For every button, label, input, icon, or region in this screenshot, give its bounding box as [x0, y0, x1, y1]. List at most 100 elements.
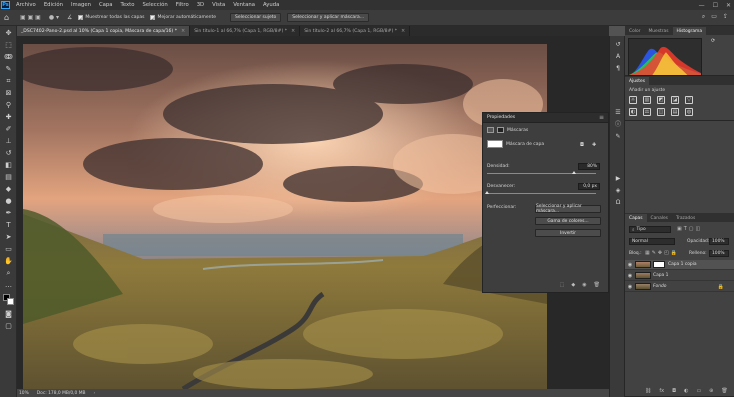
quick-selection-tool-icon[interactable]: ⌂ [4, 13, 14, 23]
frame-tool-icon[interactable]: ⊠ [4, 89, 13, 98]
layer-row[interactable]: ◉ Capa 1 copia [625, 260, 734, 270]
layer-row[interactable]: ◉ Capa 1 [625, 271, 734, 281]
tab-document-3[interactable]: Sin título-2 al 66,7% (Capa 1, RGB/8#) *… [300, 26, 411, 36]
actions-panel-icon[interactable]: ▶ [614, 175, 622, 183]
brightness-contrast-icon[interactable]: ☼ [629, 96, 637, 104]
properties-title-bar[interactable]: Propiedades ≡ [483, 113, 608, 123]
density-value[interactable]: 80% [578, 163, 600, 170]
menu-edicion[interactable]: Edición [44, 2, 63, 8]
glyphs-panel-icon[interactable]: Ω [614, 199, 622, 207]
lock-icons[interactable]: ▦✎✥◰🔒 [645, 250, 679, 256]
move-tool-icon[interactable]: ✥ [4, 29, 13, 38]
lasso-tool-icon[interactable]: ↂ [4, 53, 13, 62]
hand-tool-icon[interactable]: ✋ [4, 257, 13, 266]
eye-icon[interactable]: ◉ [625, 262, 635, 268]
tab-paths[interactable]: Trazados [672, 214, 699, 222]
sample-all-layers-checkbox[interactable]: ✓ Muestrear todas las capas [78, 15, 144, 21]
opacity-field[interactable]: 100% [709, 238, 729, 245]
close-tab-icon[interactable]: × [291, 28, 295, 34]
density-slider[interactable] [487, 171, 596, 174]
black-white-icon[interactable]: ◫ [657, 108, 665, 116]
lock-icon[interactable]: 🔒 [718, 284, 724, 290]
tab-color[interactable]: Color [625, 27, 644, 35]
select-and-mask-button[interactable]: Seleccionar y aplicar máscara... [287, 13, 370, 22]
feather-slider[interactable] [485, 191, 596, 194]
healing-brush-tool-icon[interactable]: ✚ [4, 113, 13, 122]
select-and-mask-button[interactable]: Seleccionar y aplicar máscara... [535, 204, 601, 214]
histogram-refresh-icon[interactable]: ⟳ [711, 38, 715, 44]
add-vector-mask-icon[interactable]: ✚ [592, 142, 596, 148]
layer-style-icon[interactable]: fx [659, 388, 664, 394]
delete-layer-icon[interactable]: 🗑 [721, 388, 727, 394]
new-group-icon[interactable]: ▭ [696, 388, 701, 394]
vector-mask-icon[interactable] [497, 127, 504, 133]
paragraph-panel-icon[interactable]: ¶ [614, 65, 622, 73]
history-panel-icon[interactable]: ↺ [614, 41, 622, 49]
exposure-icon[interactable]: ◪ [671, 96, 679, 104]
eye-icon[interactable]: ◉ [625, 284, 635, 290]
hue-saturation-icon[interactable]: ◐ [629, 108, 637, 116]
visibility-icon[interactable]: ◉ [582, 282, 586, 288]
eyedropper-tool-icon[interactable]: ⚲ [4, 101, 13, 110]
layer-filter-icons[interactable]: ▣T▢◫ [677, 226, 702, 232]
tab-histogram[interactable]: Histograma [672, 27, 707, 35]
select-mask-icon[interactable]: ◘ [580, 142, 584, 148]
tab-adjustments[interactable]: Ajustes [625, 77, 650, 85]
crop-tool-icon[interactable]: ⌗ [4, 77, 13, 86]
minimize-icon[interactable]: — [699, 2, 705, 9]
tab-layers[interactable]: Capas [625, 214, 647, 222]
info-panel-icon[interactable]: ⓘ [614, 121, 622, 129]
status-arrow-icon[interactable]: › [94, 391, 96, 396]
quick-mask-icon[interactable]: ◙ [4, 310, 13, 319]
mask-thumbnail[interactable] [653, 261, 665, 268]
brush-size-icon[interactable]: ● ▾ [49, 14, 59, 21]
select-subject-button[interactable]: Seleccionar sujeto [230, 13, 282, 22]
photo-filter-icon[interactable]: ▤ [671, 108, 679, 116]
blur-tool-icon[interactable]: ◆ [4, 185, 13, 194]
path-selection-tool-icon[interactable]: ➤ [4, 233, 13, 242]
clone-stamp-tool-icon[interactable]: ⊥ [4, 137, 13, 146]
menu-imagen[interactable]: Imagen [71, 2, 91, 8]
menu-filtro[interactable]: Filtro [176, 2, 189, 8]
brush-settings-icon[interactable]: ✎ [614, 133, 622, 141]
menu-3d[interactable]: 3D [197, 2, 204, 8]
link-layers-icon[interactable]: ⛓ [645, 388, 651, 394]
eye-icon[interactable]: ◉ [625, 273, 635, 279]
menu-texto[interactable]: Texto [121, 2, 135, 8]
density-slider-handle[interactable] [572, 171, 577, 174]
pen-tool-icon[interactable]: ✒ [4, 209, 13, 218]
adjustment-layer-icon[interactable]: ◐ [684, 388, 688, 394]
close-tab-icon[interactable]: × [181, 28, 185, 34]
vibrance-icon[interactable]: ▽ [685, 96, 693, 104]
zoom-level[interactable]: 10% [19, 391, 29, 396]
tab-channels[interactable]: Canales [647, 214, 672, 222]
invert-button[interactable]: Invertir [535, 229, 601, 237]
workspace-icon[interactable]: ▭ [711, 13, 717, 21]
marquee-tool-icon[interactable]: ⬚ [4, 41, 13, 50]
close-icon[interactable]: ✕ [726, 2, 731, 9]
eraser-tool-icon[interactable]: ◧ [4, 161, 13, 170]
properties-panel-icon[interactable]: ☰ [614, 109, 622, 117]
maximize-icon[interactable]: ☐ [713, 2, 718, 9]
blend-mode-select[interactable]: Normal [629, 238, 675, 245]
menu-archivo[interactable]: Archivo [16, 2, 36, 8]
levels-icon[interactable]: ▥ [643, 96, 651, 104]
feather-slider-handle[interactable] [485, 191, 489, 194]
enhance-edge-checkbox[interactable]: ✓ Mejorar automáticamente [150, 15, 216, 21]
share-icon[interactable]: ⇪ [723, 13, 728, 21]
history-brush-tool-icon[interactable]: ↺ [4, 149, 13, 158]
new-layer-icon[interactable]: ⊕ [709, 388, 713, 394]
load-selection-icon[interactable]: ⬚ [560, 282, 565, 288]
color-range-button[interactable]: Gama de colores... [535, 217, 601, 225]
landscape-photo[interactable] [23, 44, 547, 389]
delete-icon[interactable]: 🗑 [594, 282, 600, 288]
zoom-tool-icon[interactable]: ⌕ [4, 269, 13, 278]
apply-mask-icon[interactable]: ◆ [571, 282, 575, 288]
fill-field[interactable]: 100% [709, 250, 729, 257]
rectangle-tool-icon[interactable]: ▭ [4, 245, 13, 254]
screen-mode-icon[interactable]: ▢ [4, 322, 13, 331]
layer-row[interactable]: ◉ Fondo 🔒 [625, 282, 734, 292]
panel-menu-icon[interactable]: ≡ [599, 114, 604, 121]
type-tool-icon[interactable]: T [4, 221, 13, 230]
angle-icon[interactable]: ∡ [67, 14, 72, 21]
